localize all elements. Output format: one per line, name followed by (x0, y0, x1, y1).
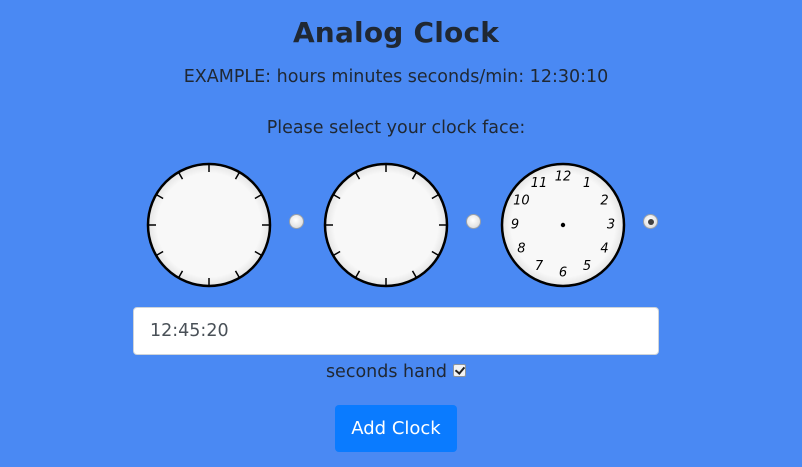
time-input[interactable] (133, 307, 659, 355)
page-title: Analog Clock (292, 16, 500, 49)
clock-number: 2 (600, 194, 608, 209)
clock-number: 12 (555, 170, 572, 185)
clock-number: 6 (559, 266, 567, 281)
clock-number: 3 (607, 218, 615, 233)
clock-number: 9 (511, 218, 519, 233)
clock-number: 8 (517, 242, 525, 257)
clock-face-radio-1[interactable] (289, 214, 304, 229)
clock-number: 1 (583, 176, 591, 191)
clock-face-radio-3[interactable] (643, 214, 658, 229)
clock-face-radio-2[interactable] (466, 214, 481, 229)
clock-number: 7 (535, 259, 544, 274)
seconds-hand-row: seconds hand (0, 360, 792, 384)
clock-face-plain-icon (323, 162, 449, 288)
example-text: EXAMPLE: hours minutes seconds/min: 12:3… (183, 67, 609, 87)
seconds-hand-checkbox[interactable] (453, 363, 467, 377)
add-clock-button[interactable]: Add Clock (335, 405, 457, 452)
clock-face-option-2[interactable] (323, 162, 449, 288)
clock-number: 5 (583, 259, 591, 274)
clock-face-prompt: Please select your clock face: (266, 118, 526, 138)
clock-number: 11 (531, 176, 548, 191)
clock-face-option-3[interactable]: 12 1 2 3 4 5 6 7 8 9 10 11 (500, 162, 626, 288)
clock-face-option-1[interactable] (146, 162, 272, 288)
clock-center-dot (560, 222, 566, 228)
clock-face-plain-icon (146, 162, 272, 288)
clock-face-numbered-icon: 12 1234567891011 (500, 162, 626, 288)
clock-number: 4 (600, 242, 608, 257)
clock-number: 10 (513, 194, 530, 209)
seconds-hand-label: seconds hand (325, 362, 448, 382)
